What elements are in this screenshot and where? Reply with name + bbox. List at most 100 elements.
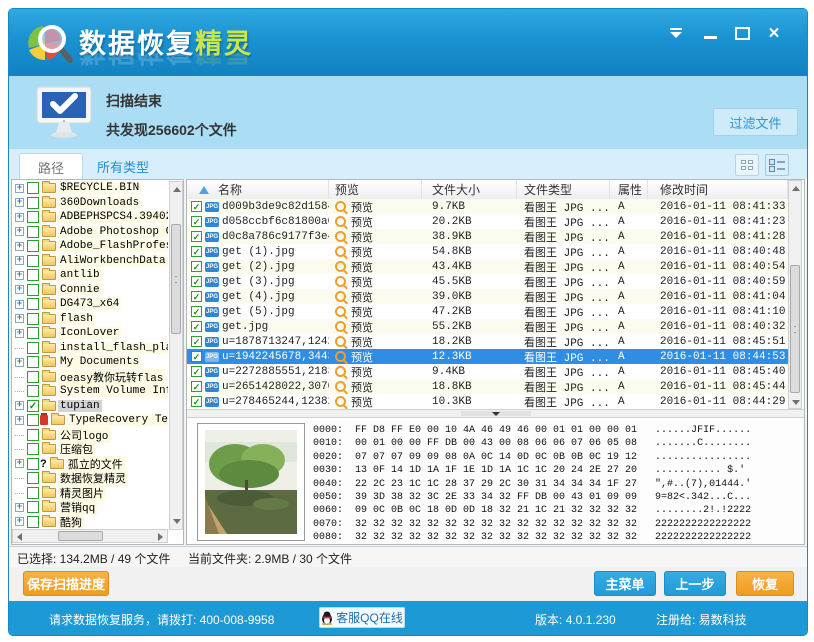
tree-item[interactable]: +酷狗 — [12, 515, 168, 530]
tree-checkbox[interactable] — [27, 182, 39, 194]
preview-link[interactable]: 预览 — [351, 349, 373, 365]
tree-checkbox[interactable] — [27, 371, 39, 383]
expand-icon[interactable]: + — [15, 459, 24, 468]
tree-item-label[interactable]: 360Downloads — [58, 197, 141, 209]
tree-checkbox[interactable] — [27, 356, 39, 368]
table-vertical-scrollbar[interactable] — [788, 180, 802, 409]
tree-item[interactable]: + DG473_x64 — [12, 297, 168, 312]
magnifier-icon[interactable] — [335, 276, 346, 287]
expand-icon[interactable]: + — [15, 271, 24, 280]
scrollbar-thumb[interactable] — [790, 265, 800, 393]
magnifier-icon[interactable] — [335, 321, 346, 332]
tree-item-label[interactable]: TypeRecovery Test — [67, 414, 168, 426]
tree-item[interactable]: +IconLover — [12, 326, 168, 341]
qq-service-button[interactable]: 客服QQ在线 — [319, 607, 405, 628]
expand-icon[interactable]: + — [15, 198, 24, 207]
tree-checkbox[interactable] — [27, 414, 39, 426]
preview-link[interactable]: 预览 — [351, 379, 373, 395]
tree-item-label[interactable]: DG473_x64 — [58, 298, 121, 310]
expand-icon[interactable]: + — [15, 242, 24, 251]
tree-item[interactable]: +✓tupian — [12, 399, 168, 414]
row-checkbox[interactable]: ✓ — [191, 381, 202, 392]
table-row[interactable]: ✓JPGget (4).jpg预览39.0KB看图王 JPG ...A2016-… — [187, 289, 788, 304]
expand-icon[interactable]: + — [15, 314, 24, 323]
table-row[interactable]: ✓JPGd058ccbf6c81800a0...预览20.2KB看图王 JPG … — [187, 214, 788, 229]
scroll-up-arrow[interactable] — [792, 186, 800, 191]
row-checkbox[interactable]: ✓ — [191, 276, 202, 287]
table-row[interactable]: ✓JPGget (5).jpg预览47.2KB看图王 JPG ...A2016-… — [187, 304, 788, 319]
magnifier-icon[interactable] — [335, 381, 346, 392]
preview-link[interactable]: 预览 — [351, 259, 373, 275]
row-checkbox[interactable]: ✓ — [191, 366, 202, 377]
table-row[interactable]: ✓JPGget.jpg预览55.2KB看图王 JPG ...A2016-01-1… — [187, 319, 788, 334]
tree-item-label[interactable]: oeasy教你玩转flas — [58, 369, 165, 385]
tree-item[interactable]: +?孤立的文件 — [12, 457, 168, 472]
tree-item[interactable]: +$RECYCLE.BIN — [12, 181, 168, 196]
expand-icon[interactable]: + — [15, 358, 24, 367]
tree-checkbox[interactable] — [27, 472, 39, 484]
window-menu-button[interactable] — [665, 23, 687, 43]
scroll-right-arrow[interactable] — [158, 533, 163, 541]
tree-checkbox[interactable]: ✓ — [27, 400, 39, 412]
save-scan-progress-button[interactable]: 保存扫描进度 — [23, 571, 109, 596]
magnifier-icon[interactable] — [335, 396, 346, 407]
tree-item[interactable]: +360Downloads — [12, 196, 168, 211]
preview-link[interactable]: 预览 — [351, 334, 373, 350]
grid-view-button[interactable] — [735, 154, 759, 176]
details-view-button[interactable] — [765, 154, 789, 176]
tree-checkbox[interactable] — [27, 197, 39, 209]
scroll-down-arrow[interactable] — [173, 519, 181, 524]
tree-item-label[interactable]: System Volume Inf — [58, 385, 168, 397]
maximize-button[interactable] — [731, 23, 753, 43]
tree-checkbox[interactable] — [27, 284, 39, 296]
table-row[interactable]: ✓JPGu=2272885551,2183...预览9.4KB看图王 JPG .… — [187, 364, 788, 379]
table-row[interactable]: ✓JPGget (1).jpg预览54.8KB看图王 JPG ...A2016-… — [187, 244, 788, 259]
scroll-down-arrow[interactable] — [792, 400, 800, 405]
expand-icon[interactable]: + — [15, 285, 24, 294]
magnifier-icon[interactable] — [335, 366, 346, 377]
tree-item-label[interactable]: Connie — [58, 284, 102, 296]
magnifier-icon[interactable] — [335, 246, 346, 257]
expand-icon[interactable]: + — [15, 503, 24, 512]
tree-item[interactable]: System Volume Inf — [12, 384, 168, 399]
tree-item-label[interactable]: tupian — [58, 400, 102, 412]
tree-item-label[interactable]: IconLover — [58, 327, 121, 339]
tree-checkbox[interactable] — [27, 226, 39, 238]
table-row[interactable]: ✓JPGd009b3de9c82d1584...预览9.7KB看图王 JPG .… — [187, 199, 788, 214]
expand-icon[interactable]: + — [15, 213, 24, 222]
column-header-type[interactable]: 文件类型 — [517, 180, 610, 199]
column-header-name[interactable]: 名称 — [187, 180, 329, 199]
tree-item[interactable]: + ADBEPHSPCS4.39402 — [12, 210, 168, 225]
tree-checkbox[interactable] — [27, 269, 39, 281]
preview-link[interactable]: 预览 — [351, 319, 373, 335]
table-row[interactable]: ✓JPGu=2651428022,3070...预览18.8KB看图王 JPG … — [187, 379, 788, 394]
column-header-size[interactable]: 文件大小 — [422, 180, 517, 199]
tree-checkbox[interactable] — [27, 327, 39, 339]
magnifier-icon[interactable] — [335, 201, 346, 212]
tree-item-label[interactable]: ADBEPHSPCS4.39402 — [58, 211, 168, 223]
row-checkbox[interactable]: ✓ — [191, 396, 202, 407]
expand-icon[interactable]: + — [15, 300, 24, 309]
magnifier-icon[interactable] — [335, 291, 346, 302]
tree-checkbox[interactable] — [27, 487, 39, 499]
previous-step-button[interactable]: 上一步 — [664, 571, 726, 596]
expand-icon[interactable]: + — [15, 256, 24, 265]
tree-item[interactable]: + Connie — [12, 283, 168, 298]
magnifier-icon[interactable] — [335, 216, 346, 227]
preview-link[interactable]: 预览 — [351, 199, 373, 215]
tree-checkbox[interactable] — [27, 211, 39, 223]
tree-item[interactable]: install_flash_pla — [12, 341, 168, 356]
tree-checkbox[interactable] — [27, 342, 39, 354]
tree-item[interactable]: 精灵图片 — [12, 486, 168, 501]
tree-checkbox[interactable] — [27, 501, 39, 513]
preview-link[interactable]: 预览 — [351, 394, 373, 410]
tree-item[interactable]: 数据恢复精灵 — [12, 471, 168, 486]
close-button[interactable]: ✕ — [763, 23, 785, 43]
column-header-preview[interactable]: 预览 — [329, 180, 422, 199]
magnifier-icon[interactable] — [335, 351, 346, 362]
table-row[interactable]: ✓JPGu=1878713247,1242...预览18.2KB看图王 JPG … — [187, 334, 788, 349]
preview-link[interactable]: 预览 — [351, 214, 373, 230]
tree-item-label[interactable]: My Documents — [58, 356, 141, 368]
tree-checkbox[interactable] — [27, 255, 39, 267]
preview-link[interactable]: 预览 — [351, 289, 373, 305]
